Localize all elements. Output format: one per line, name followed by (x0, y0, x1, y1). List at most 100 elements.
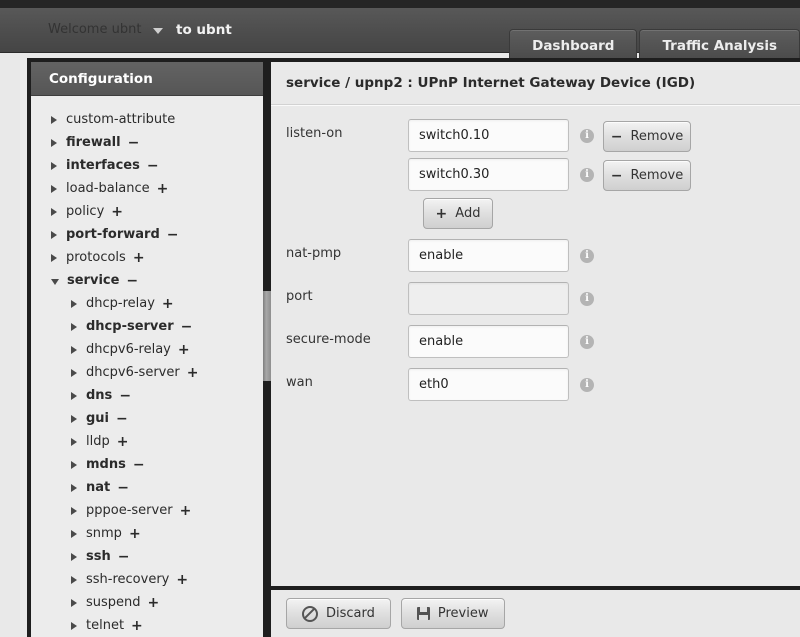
sidebar-item-dhcpv6-server[interactable]: dhcpv6-server + (31, 361, 265, 384)
add-button[interactable]: + Add (423, 198, 493, 229)
chevron-right-icon[interactable] (51, 230, 57, 239)
input-wan[interactable] (408, 368, 569, 401)
info-icon[interactable]: i (580, 249, 594, 263)
page-title: service / upnp2 : UPnP Internet Gateway … (271, 62, 800, 105)
sidebar-item-label: dns (86, 388, 113, 403)
minus-icon[interactable]: − (181, 319, 193, 335)
sidebar-item-pppoe-server[interactable]: pppoe-server + (31, 499, 265, 522)
chevron-right-icon[interactable] (71, 598, 77, 607)
plus-icon[interactable]: + (131, 618, 143, 634)
remove-button[interactable]: − Remove (603, 121, 691, 152)
sidebar-item-protocols[interactable]: protocols + (31, 246, 265, 269)
chevron-right-icon[interactable] (71, 299, 77, 308)
input-listen-on-0[interactable] (408, 119, 569, 152)
sidebar-scrollbar-thumb[interactable] (263, 291, 271, 381)
tab-traffic-analysis[interactable]: Traffic Analysis (639, 29, 800, 61)
sidebar-item-nat[interactable]: nat − (31, 476, 265, 499)
info-icon[interactable]: i (580, 335, 594, 349)
minus-icon[interactable]: − (117, 480, 129, 496)
sidebar-item-port-forward[interactable]: port-forward − (31, 223, 265, 246)
sidebar-item-ssh[interactable]: ssh − (31, 545, 265, 568)
sidebar-item-lldp[interactable]: lldp + (31, 430, 265, 453)
info-icon[interactable]: i (580, 129, 594, 143)
chevron-down-icon[interactable] (153, 28, 164, 34)
sidebar-item-gui[interactable]: gui − (31, 407, 265, 430)
sidebar-item-mdns[interactable]: mdns − (31, 453, 265, 476)
minus-icon[interactable]: − (119, 388, 131, 404)
chevron-right-icon[interactable] (71, 414, 77, 423)
configuration-sidebar: Configuration custom-attribute firewall − i… (27, 58, 269, 637)
chevron-right-icon[interactable] (51, 184, 57, 193)
plus-icon[interactable]: + (187, 365, 199, 381)
info-icon[interactable]: i (580, 168, 594, 182)
plus-icon[interactable]: + (117, 434, 129, 450)
sidebar-item-telnet[interactable]: telnet + (31, 614, 265, 637)
plus-icon[interactable]: + (176, 572, 188, 588)
sidebar-item-dhcp-server[interactable]: dhcp-server − (31, 315, 265, 338)
plus-icon[interactable]: + (129, 526, 141, 542)
sidebar-item-dns[interactable]: dns − (31, 384, 265, 407)
sidebar-item-label: port-forward (66, 227, 160, 242)
chevron-right-icon[interactable] (51, 207, 57, 216)
sidebar-item-custom-attribute[interactable]: custom-attribute (31, 108, 265, 131)
minus-icon[interactable]: − (116, 411, 128, 427)
tab-dashboard[interactable]: Dashboard (509, 29, 638, 61)
preview-button-label: Preview (437, 606, 489, 621)
chevron-right-icon[interactable] (51, 253, 57, 262)
sidebar-item-dhcp-relay[interactable]: dhcp-relay + (31, 292, 265, 315)
sidebar-item-firewall[interactable]: firewall − (31, 131, 265, 154)
sidebar-item-policy[interactable]: policy + (31, 200, 265, 223)
chevron-right-icon[interactable] (71, 322, 77, 331)
chevron-right-icon[interactable] (71, 575, 77, 584)
minus-icon[interactable]: − (126, 273, 138, 289)
sidebar-item-ssh-recovery[interactable]: ssh-recovery + (31, 568, 265, 591)
chevron-right-icon[interactable] (71, 529, 77, 538)
chevron-right-icon[interactable] (71, 552, 77, 561)
chevron-right-icon[interactable] (71, 368, 77, 377)
sidebar-item-label: policy (66, 204, 105, 219)
plus-icon[interactable]: + (157, 181, 169, 197)
chevron-right-icon[interactable] (51, 138, 57, 147)
chevron-right-icon[interactable] (71, 437, 77, 446)
discard-button[interactable]: Discard (286, 598, 391, 629)
plus-icon[interactable]: + (180, 503, 192, 519)
chevron-right-icon[interactable] (71, 483, 77, 492)
plus-icon[interactable]: + (178, 342, 190, 358)
minus-icon[interactable]: − (128, 135, 140, 151)
minus-icon[interactable]: − (167, 227, 179, 243)
chevron-right-icon[interactable] (71, 460, 77, 469)
input-nat-pmp[interactable] (408, 239, 569, 272)
preview-button[interactable]: Preview (400, 598, 505, 629)
chevron-right-icon[interactable] (71, 391, 77, 400)
plus-icon[interactable]: + (133, 250, 145, 266)
chevron-right-icon[interactable] (71, 506, 77, 515)
input-listen-on-1[interactable] (408, 158, 569, 191)
field-label-port: port (286, 289, 313, 304)
plus-icon[interactable]: + (162, 296, 174, 312)
sidebar-item-service[interactable]: service − (31, 269, 265, 292)
chevron-right-icon[interactable] (71, 345, 77, 354)
sidebar-item-snmp[interactable]: snmp + (31, 522, 265, 545)
user-menu[interactable]: Welcome ubnt (48, 22, 164, 37)
info-icon[interactable]: i (580, 378, 594, 392)
minus-icon[interactable]: − (133, 457, 145, 473)
chevron-right-icon[interactable] (71, 621, 77, 630)
chevron-right-icon[interactable] (51, 115, 57, 124)
sidebar-item-dhcpv6-relay[interactable]: dhcpv6-relay + (31, 338, 265, 361)
sidebar-item-interfaces[interactable]: interfaces − (31, 154, 265, 177)
plus-icon[interactable]: + (111, 204, 123, 220)
remove-button[interactable]: − Remove (603, 160, 691, 191)
minus-icon[interactable]: − (147, 158, 159, 174)
minus-icon[interactable]: − (118, 549, 130, 565)
plus-icon[interactable]: + (148, 595, 160, 611)
field-label-secure-mode: secure-mode (286, 332, 371, 347)
sidebar-item-suspend[interactable]: suspend + (31, 591, 265, 614)
field-entry: i −Remove (408, 158, 691, 191)
chevron-down-icon[interactable] (51, 278, 59, 285)
sidebar-item-label: gui (86, 411, 110, 426)
chevron-right-icon[interactable] (51, 161, 57, 170)
input-secure-mode[interactable] (408, 325, 569, 358)
input-port[interactable] (408, 282, 569, 315)
sidebar-item-load-balance[interactable]: load-balance + (31, 177, 265, 200)
info-icon[interactable]: i (580, 292, 594, 306)
